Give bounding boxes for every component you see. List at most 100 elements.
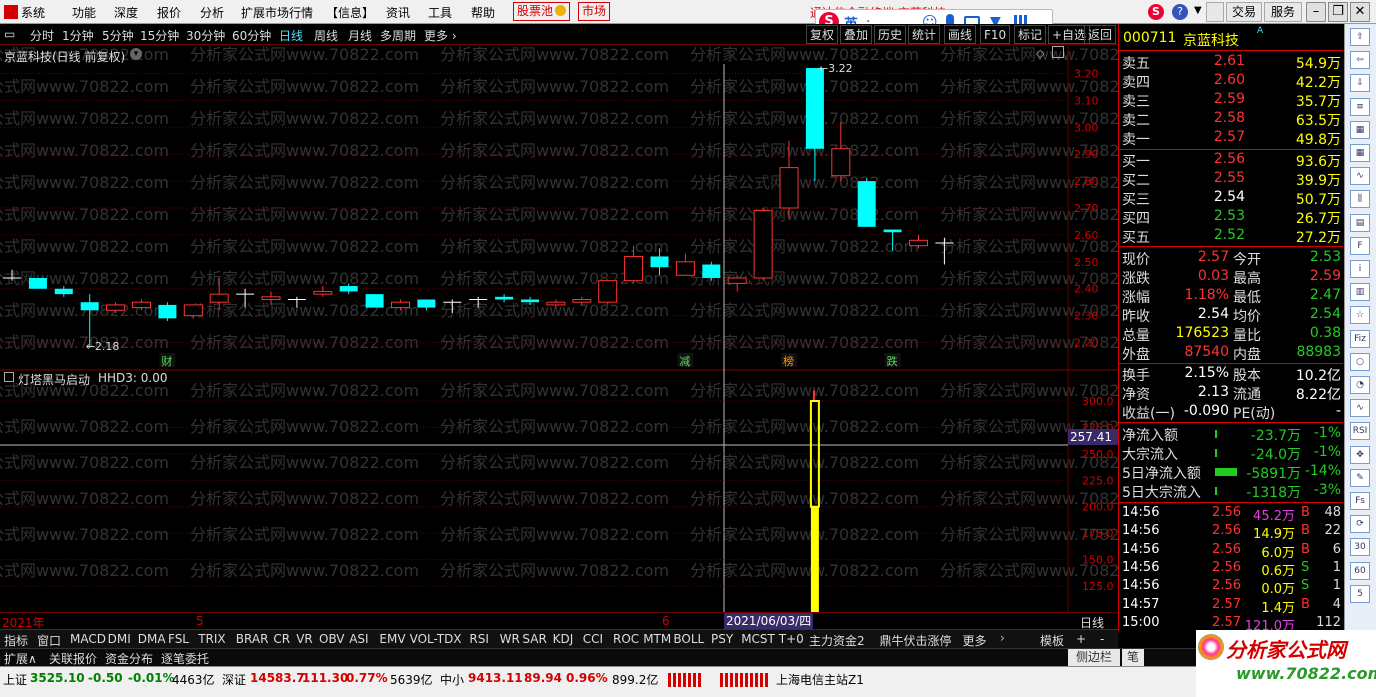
num-icon[interactable]: 30 [1350,538,1370,557]
move-icon[interactable]: ✥ [1350,445,1370,464]
period-tab[interactable]: 分时 [30,27,54,44]
book-icon[interactable]: ▥ [1350,283,1370,302]
circle-icon[interactable]: ○ [1350,352,1370,371]
indicator-tab[interactable]: WR [500,632,520,646]
indicator-tab[interactable]: BRAR [236,632,269,646]
indicator-tab[interactable]: MCST [741,632,775,646]
toolbar-right-btn[interactable]: 叠加 [840,25,873,44]
sh-label[interactable]: 上证 [3,671,27,688]
menu-ext-market[interactable]: 扩展市场行情 [241,4,313,21]
list-icon[interactable]: ≡ [1350,97,1370,116]
close-icon[interactable]: ✕ [1350,2,1370,22]
indicator-tab[interactable]: TRIX [198,632,225,646]
indicator-tab[interactable]: DMA [138,632,166,646]
brush-tab[interactable]: 笔 [1122,649,1144,666]
maximize-pane-icon[interactable] [1052,46,1064,58]
indicator-tab[interactable]: OBV [319,632,345,646]
arrow-down-icon[interactable]: ⇩ [1350,74,1370,93]
menu-help[interactable]: 帮助 [471,4,495,21]
toolbar-right-btn[interactable]: F10 [980,25,1011,44]
chart-options-icon[interactable]: ▾ [130,48,142,60]
menu-system[interactable]: 系统 [4,4,45,21]
kline-chart[interactable]: 分析家公式网www.70822.com 分析家公式网www.70822.com 分析… [0,46,1118,612]
menu-quote[interactable]: 报价 [157,4,181,21]
hidden-button[interactable] [1206,2,1224,22]
refresh-icon[interactable]: ⟳ [1350,515,1370,534]
minimize-icon[interactable]: – [1306,2,1326,22]
bottom-tab[interactable]: 逐笔委托 [161,650,209,667]
toolbar-right-btn[interactable]: 标记 [1014,25,1047,44]
period-tab[interactable]: 1分钟 [62,27,94,44]
f10-icon[interactable]: F [1350,236,1370,255]
num-icon[interactable]: 5 [1350,584,1370,603]
fiz-icon[interactable]: Fiz [1350,329,1370,348]
bottom-tab[interactable]: 扩展∧ [4,650,37,667]
indicator-tab[interactable]: ROC [613,632,639,646]
star-icon[interactable]: ☆ [1350,306,1370,325]
toolbar-right-btn[interactable]: 历史 [874,25,907,44]
sogou-small-icon[interactable]: S [1148,4,1164,20]
indicator-tab[interactable]: ASI [349,632,368,646]
toolbar-right-btn[interactable]: 统计 [908,25,941,44]
indicator-tab[interactable]: FSL [168,632,189,646]
arrow-left-icon[interactable]: ⇦ [1350,51,1370,70]
period-tab[interactable]: 周线 [314,27,338,44]
remove-indicator-button[interactable]: - [1100,632,1104,646]
toolbar-right-btn[interactable]: 复权 [806,25,839,44]
server-label[interactable]: 上海电信主站Z1 [776,671,864,688]
bottom-tab[interactable]: 关联报价 [49,650,97,667]
num-icon[interactable]: 60 [1350,561,1370,580]
menu-analysis[interactable]: 分析 [200,4,224,21]
add-indicator-button[interactable]: + [1076,632,1086,646]
period-tab[interactable]: 多周期 [380,27,416,44]
indicator-tab[interactable]: 主力资金2 [809,632,865,649]
indicator-tab[interactable]: VR [296,632,313,646]
indicator-tab[interactable]: BOLL [673,632,704,646]
indicator-tab[interactable]: DMI [108,632,131,646]
indicator-tab[interactable]: EMV [379,632,405,646]
graph-icon[interactable]: ∿ [1350,399,1370,418]
template-button[interactable]: 模板 [1040,632,1064,649]
indicator-tab[interactable]: VOL-TDX [410,632,462,646]
table-icon[interactable]: ▦ [1350,120,1370,139]
layout-icon[interactable]: ▭ [4,27,15,41]
indicator-scroll-icon[interactable]: › [1000,631,1005,645]
fs-icon[interactable]: Fs [1350,492,1370,510]
info-icon[interactable]: i [1350,260,1370,278]
indicator-tab[interactable]: CR [273,632,290,646]
sz-label[interactable]: 深证 [222,671,246,688]
indicator-tab[interactable]: 鼎牛伏击涨停 [880,632,952,649]
indicator-tab[interactable]: PSY [711,632,733,646]
menu-info[interactable]: 【信息】 [326,4,374,21]
doc-icon[interactable]: ▤ [1350,213,1370,232]
indicator-title[interactable]: 灯塔黑马启动 [18,371,90,388]
rsi-icon[interactable]: RSI [1350,422,1370,441]
indicator-tab[interactable]: CCI [583,632,603,646]
indicator-tab[interactable]: 更多 [963,632,987,649]
restore-icon[interactable]: ❐ [1328,2,1348,22]
toolbar-right-btn[interactable]: 返回 [1084,25,1117,44]
bottom-tab[interactable]: 资金分布 [105,650,153,667]
period-tab[interactable]: 60分钟 [232,27,271,44]
period-more[interactable]: 更多 › [424,27,457,44]
indicator-tab[interactable]: MACD [70,632,106,646]
diamond-icon[interactable]: ◇ [1036,47,1044,60]
menu-market[interactable]: 市场 [578,2,611,21]
menu-news[interactable]: 资讯 [386,4,410,21]
arrow-up-icon[interactable]: ⇧ [1350,28,1370,46]
candles-icon[interactable]: ⫼ [1350,190,1370,209]
pencil-icon[interactable]: ✎ [1350,468,1370,487]
period-tab[interactable]: 30分钟 [186,27,225,44]
period-tab-active[interactable]: 日线 [279,27,303,44]
indicator-collapse-icon[interactable] [4,372,14,382]
trade-button[interactable]: 交易 [1226,2,1262,22]
menu-depth[interactable]: 深度 [114,4,138,21]
indicator-tab[interactable]: RSI [469,632,489,646]
indicator-tab[interactable]: KDJ [553,632,574,646]
help-icon[interactable]: ? [1172,4,1188,20]
period-tab[interactable]: 15分钟 [140,27,179,44]
sidebar-toggle[interactable]: 侧边栏 [1068,649,1120,666]
indicator-tab[interactable]: 指标 [4,632,28,649]
indicator-tab[interactable]: 窗口 [37,632,61,649]
period-tab[interactable]: 月线 [348,27,372,44]
